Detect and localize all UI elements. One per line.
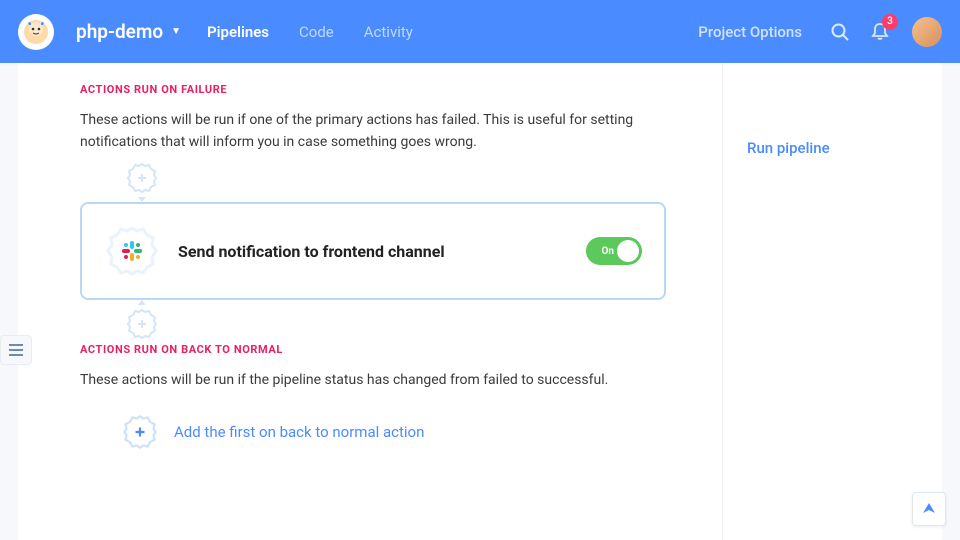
failure-section-title: ACTIONS RUN ON FAILURE	[80, 83, 722, 96]
project-selector[interactable]: php-demo ▼	[76, 20, 181, 43]
add-first-action-label: Add the first on back to normal action	[174, 423, 424, 441]
action-card[interactable]: Send notification to frontend channel On	[80, 202, 666, 300]
add-action-before[interactable]	[125, 161, 159, 195]
search-button[interactable]	[828, 20, 852, 44]
scroll-to-top-button[interactable]	[912, 492, 946, 526]
failure-section-desc: These actions will be run if one of the …	[80, 110, 672, 153]
left-gutter	[0, 63, 18, 540]
action-icon-container	[104, 223, 160, 279]
arrow-up-icon	[138, 300, 146, 305]
toggle-knob	[617, 240, 639, 262]
list-icon	[9, 344, 23, 356]
search-icon	[830, 22, 850, 42]
arrow-up-icon	[921, 501, 937, 517]
right-gutter	[942, 63, 960, 540]
connector-top	[118, 161, 166, 202]
main-content: ACTIONS RUN ON FAILURE These actions wil…	[18, 63, 722, 540]
notification-badge: 3	[882, 14, 898, 30]
caret-down-icon: ▼	[171, 26, 181, 37]
user-avatar[interactable]	[912, 17, 942, 47]
arrow-down-icon	[138, 197, 146, 202]
top-navigation: php-demo ▼ Pipelines Code Activity Proje…	[0, 0, 960, 63]
nav-code[interactable]: Code	[299, 23, 334, 41]
slack-icon	[120, 239, 144, 263]
plus-gear-icon	[125, 307, 159, 341]
add-plus-icon-wrap	[118, 410, 162, 454]
toggle-label: On	[602, 246, 615, 257]
right-sidebar: Run pipeline	[722, 63, 942, 540]
project-name-label: php-demo	[76, 20, 163, 43]
plus-gear-icon	[121, 413, 159, 451]
back-to-normal-title: ACTIONS RUN ON BACK TO NORMAL	[80, 343, 722, 356]
project-options-link[interactable]: Project Options	[698, 23, 802, 41]
side-drag-handle[interactable]	[0, 335, 32, 365]
failure-section: ACTIONS RUN ON FAILURE These actions wil…	[18, 83, 722, 341]
app-logo[interactable]	[18, 14, 54, 50]
action-title: Send notification to frontend channel	[178, 242, 586, 261]
add-action-after[interactable]	[125, 307, 159, 341]
nav-activity[interactable]: Activity	[364, 23, 413, 41]
connector-bottom	[118, 300, 166, 341]
notifications-button[interactable]: 3	[868, 20, 892, 44]
back-to-normal-desc: These actions will be run if the pipelin…	[80, 370, 672, 392]
back-to-normal-section: ACTIONS RUN ON BACK TO NORMAL These acti…	[18, 343, 722, 454]
run-pipeline-link[interactable]: Run pipeline	[747, 139, 918, 157]
plus-gear-icon	[125, 161, 159, 195]
add-first-action[interactable]: Add the first on back to normal action	[118, 410, 722, 454]
nav-pipelines[interactable]: Pipelines	[207, 23, 269, 41]
action-toggle[interactable]: On	[586, 237, 642, 265]
